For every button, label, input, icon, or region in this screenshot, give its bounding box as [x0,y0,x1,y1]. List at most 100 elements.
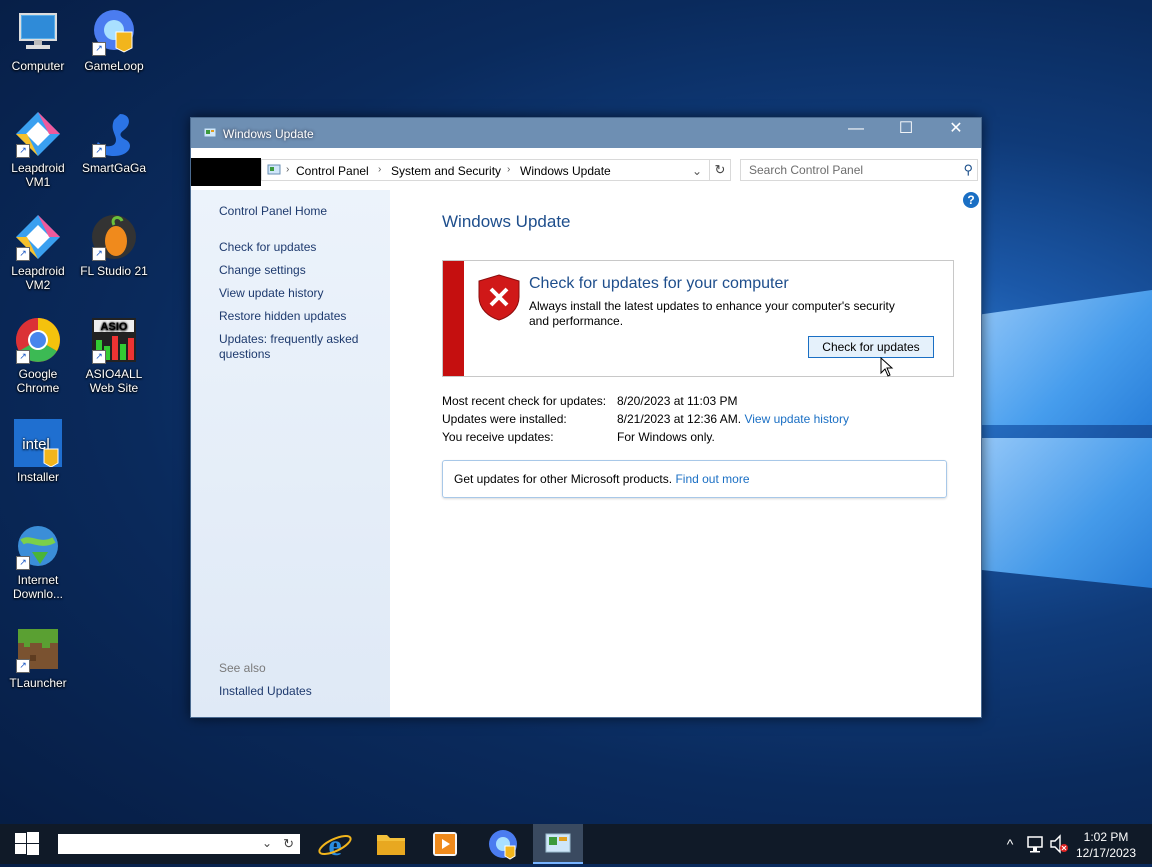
shortcut-arrow-icon: ↗ [92,247,106,261]
tlauncher-grass-block-icon: ↗ [14,625,62,673]
desktop-icon-smartgaga[interactable]: ↗ SmartGaGa [77,110,151,175]
other-products-box: Get updates for other Microsoft products… [442,460,947,498]
system-clock[interactable]: 1:02 PM 12/17/2023 [1068,829,1144,861]
main-content: ? Windows Update Check for updates for y… [390,190,981,717]
refresh-icon: ↻ [714,162,726,177]
leapdroid-icon: ↗ [14,213,62,261]
minimize-button[interactable]: — [833,118,879,142]
navigation-buttons[interactable] [191,158,261,186]
sidebar: Control Panel Home Check for updates Cha… [191,190,390,717]
taskbar-address-input[interactable]: ⌄ ↻ [58,834,300,854]
shortcut-arrow-icon: ↗ [92,42,106,56]
sidebar-link-updates-faq[interactable]: Updates: frequently asked questions [219,332,379,362]
refresh-button[interactable]: ↻ [709,159,731,181]
desktop-icon-google-chrome[interactable]: ↗ Google Chrome [1,316,75,395]
desktop-icon-label: FL Studio 21 [80,264,148,278]
desktop-icon-label: Installer [16,470,60,484]
desktop-icon-asio4all[interactable]: ASIO ↗ ASIO4ALL Web Site [77,316,151,395]
close-button[interactable]: ✕ [933,118,979,142]
chevron-right-icon: › [507,164,511,175]
taskbar-media-player[interactable] [420,824,470,864]
view-update-history-link[interactable]: View update history [744,412,849,426]
status-key: Updates were installed: [442,412,567,426]
windows-logo-icon [15,832,39,855]
desktop-icon-gameloop[interactable]: ↗ GameLoop [77,8,151,73]
gameloop-icon [489,830,517,860]
maximize-button[interactable]: ☐ [883,118,929,142]
check-for-updates-button[interactable]: Check for updates [808,336,934,358]
mouse-cursor-icon [880,356,894,380]
breadcrumb-item-system-and-security[interactable]: System and Security [391,164,501,178]
taskbar: ⌄ ↻ e ^ 1:02 PM 12/17/2023 [0,824,1152,864]
help-icon[interactable]: ? [963,192,979,208]
address-bar-row: › Control Panel › System and Security › … [191,148,981,188]
chevron-up-icon[interactable]: ^ [1000,824,1020,864]
smartgaga-swan-icon: ↗ [90,110,138,158]
control-panel-icon [545,833,571,853]
sidebar-link-control-panel-home[interactable]: Control Panel Home [219,204,379,219]
desktop-icon-leapdroid-vm1[interactable]: ↗ Leapdroid VM1 [1,110,75,189]
find-out-more-link[interactable]: Find out more [675,472,749,486]
network-icon[interactable] [1024,824,1048,864]
desktop-icon-label: Google Chrome [16,367,60,395]
svg-text:e: e [328,829,341,862]
desktop-icon-label: Leapdroid VM1 [11,161,65,189]
sidebar-link-restore-hidden-updates[interactable]: Restore hidden updates [219,309,379,324]
chevron-down-icon[interactable]: ⌄ [262,836,272,850]
asio-icon: ASIO ↗ [90,316,138,364]
windows-update-window: Windows Update — ☐ ✕ › Control Panel › S… [190,117,982,718]
red-shield-error-icon [477,273,521,321]
shortcut-arrow-icon: ↗ [16,659,30,673]
desktop-icon-tlauncher[interactable]: ↗ TLauncher [1,625,75,690]
status-key: Most recent check for updates: [442,394,607,408]
desktop-icon-leapdroid-vm2[interactable]: ↗ Leapdroid VM2 [1,213,75,292]
breadcrumb[interactable]: › Control Panel › System and Security › … [261,159,731,181]
chrome-icon: ↗ [14,316,62,364]
desktop-icon-label: SmartGaGa [81,161,147,175]
shortcut-arrow-icon: ↗ [16,350,30,364]
window-title: Windows Update [223,127,314,141]
window-titlebar[interactable]: Windows Update — ☐ ✕ [191,118,981,148]
breadcrumb-item-control-panel[interactable]: Control Panel [296,164,369,178]
status-value: For Windows only. [617,430,715,444]
sidebar-link-view-update-history[interactable]: View update history [219,286,379,301]
folder-icon [377,835,405,855]
clock-date: 12/17/2023 [1075,846,1137,860]
refresh-icon[interactable]: ↻ [283,836,294,852]
start-button[interactable] [0,824,54,864]
volume-muted-icon[interactable] [1048,824,1070,864]
taskbar-file-explorer[interactable] [366,824,416,864]
desktop-icon-installer[interactable]: intel Installer [1,419,75,484]
search-input[interactable]: Search Control Panel ⚲ [740,159,978,181]
shortcut-arrow-icon: ↗ [16,144,30,158]
svg-text:ASIO: ASIO [101,321,128,333]
search-icon[interactable]: ⚲ [963,162,973,178]
desktop-icon-label: Computer [11,59,65,73]
gameloop-icon: ↗ [90,8,138,56]
sidebar-link-check-for-updates[interactable]: Check for updates [219,240,379,255]
shortcut-arrow-icon: ↗ [92,350,106,364]
desktop-icon-computer[interactable]: Computer [1,8,75,73]
update-alert-box: Check for updates for your computer Alwa… [442,260,954,377]
breadcrumb-item-windows-update[interactable]: Windows Update [520,164,611,178]
desktop-icon-label: GameLoop [84,59,144,73]
chevron-down-icon[interactable]: ⌄ [692,164,702,178]
other-products-text: Get updates for other Microsoft products… [454,472,673,486]
desktop-icon-label: TLauncher [9,676,67,690]
desktop-icon-fl-studio[interactable]: ↗ FL Studio 21 [77,213,151,278]
taskbar-internet-explorer[interactable]: e [310,824,360,864]
control-panel-small-icon [266,162,282,181]
idm-globe-icon: ↗ [14,522,62,570]
sidebar-link-change-settings[interactable]: Change settings [219,263,379,278]
sidebar-link-installed-updates[interactable]: Installed Updates [219,684,379,699]
desktop-icon-internet-download-manager[interactable]: ↗ Internet Downlo... [1,522,75,601]
leapdroid-icon: ↗ [14,110,62,158]
taskbar-gameloop[interactable] [478,824,528,864]
media-player-icon [433,832,457,856]
shortcut-arrow-icon: ↗ [16,556,30,570]
intel-installer-icon: intel [14,419,62,468]
fl-studio-icon: ↗ [90,213,138,261]
taskbar-control-panel-active[interactable] [533,824,583,864]
chevron-right-icon: › [286,164,290,175]
computer-icon [14,8,62,56]
